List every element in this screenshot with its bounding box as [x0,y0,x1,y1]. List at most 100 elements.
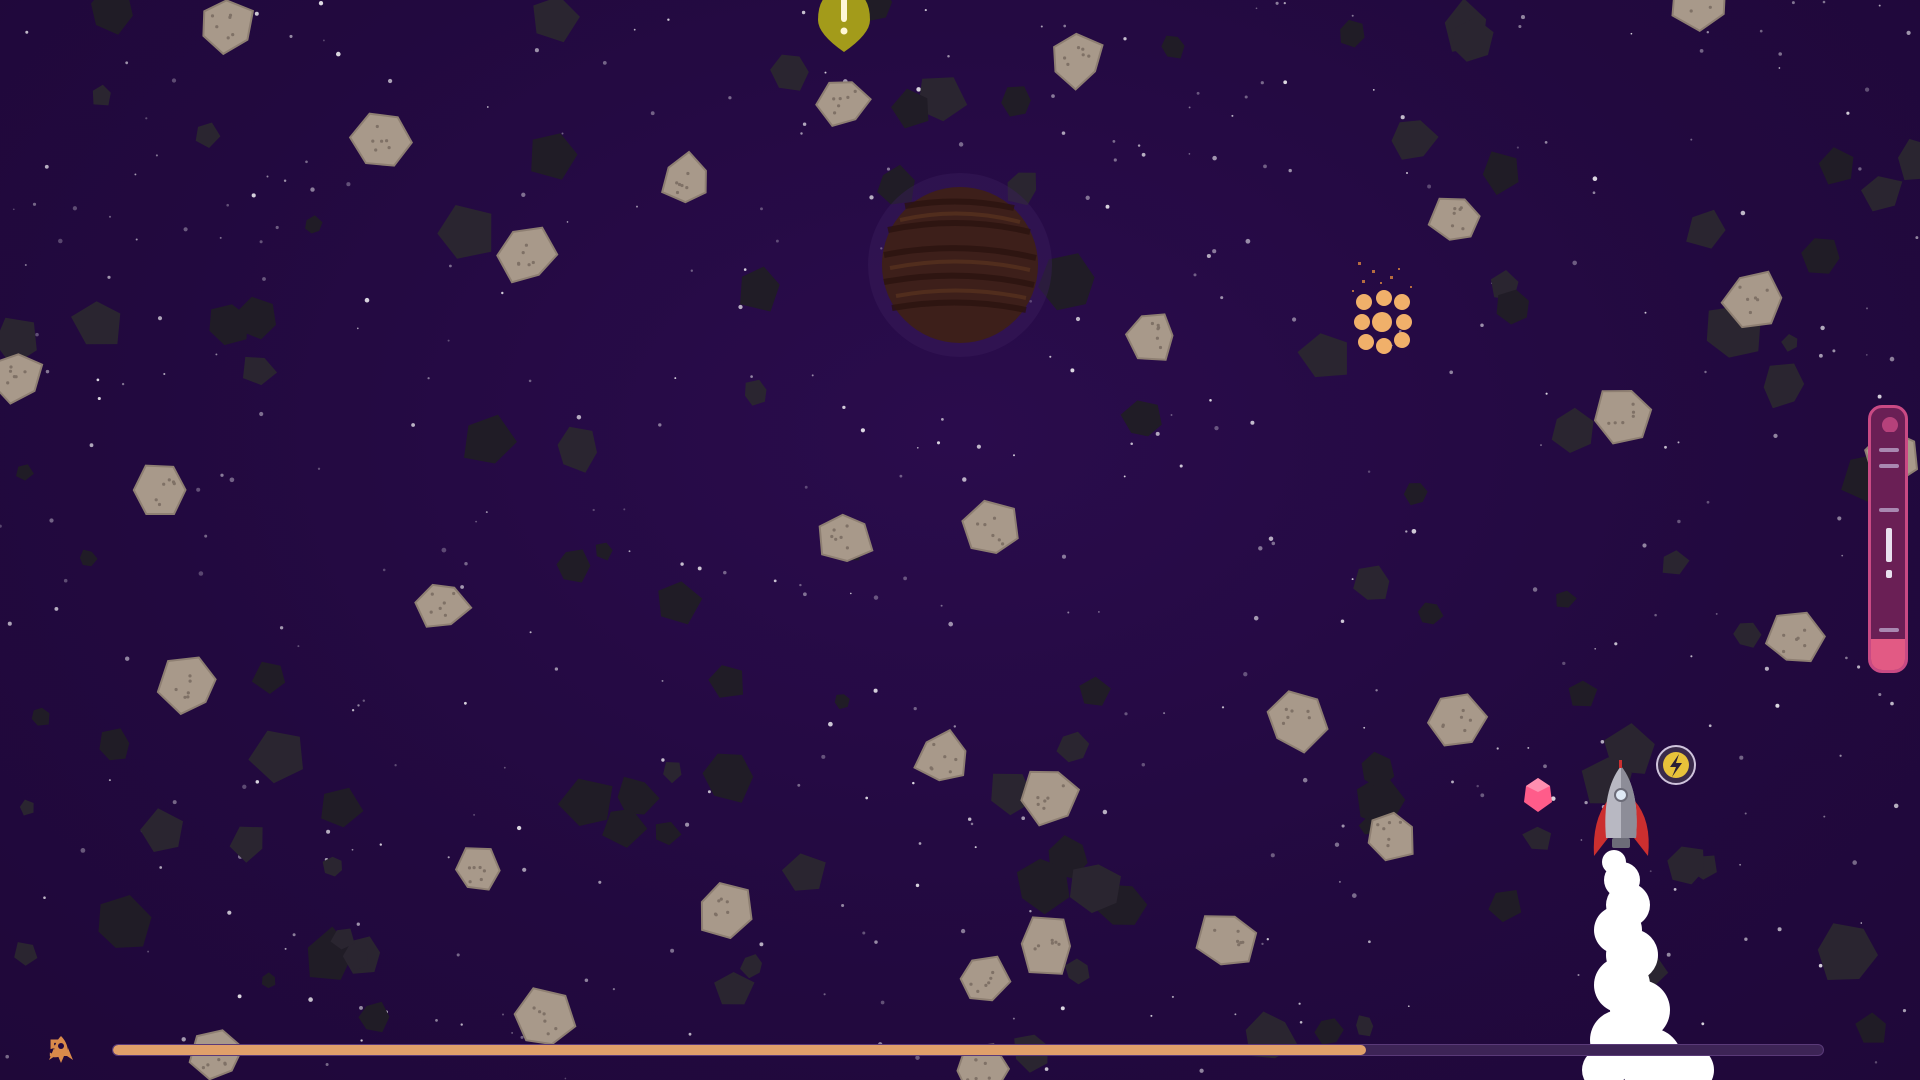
star [947,54,950,58]
asteroid-crater [546,1032,550,1036]
star [670,948,675,953]
asteroid-crater [1239,941,1243,945]
asteroid-crater [517,261,521,265]
asteroid-crater [206,1063,210,1067]
star [1124,712,1128,716]
star [1654,613,1657,617]
star [576,414,582,420]
star [976,444,981,449]
asteroid-crater [1066,62,1070,66]
star [5,1054,9,1059]
asteroid-crater [932,742,936,747]
dark-asteroid [464,414,517,464]
star [473,813,476,816]
asteroid-crater [1452,211,1456,215]
asteroid-crater [954,757,958,762]
asteroid-crater [1081,47,1085,51]
star [1407,1005,1410,1008]
star [54,606,59,611]
star [1739,755,1744,760]
star [1123,475,1126,478]
star [1188,106,1191,109]
star [204,534,208,538]
star [628,550,631,553]
light-asteroid [1764,611,1826,663]
asteroid-crater [532,1006,536,1010]
star [1368,940,1371,944]
star [1778,67,1781,69]
asteroid-crater [438,606,442,611]
star [35,332,39,337]
asteroid-crater [215,25,219,29]
star [1130,442,1133,445]
star [1480,323,1484,327]
dark-asteroid [1662,550,1690,575]
star [1839,754,1842,757]
star [1405,530,1408,533]
asteroid-crater [1061,784,1065,788]
light-asteroid [913,728,967,782]
star [220,473,224,477]
asteroid-crater [217,1058,221,1062]
star [903,576,907,581]
star [1051,94,1055,98]
star [1021,816,1026,821]
asteroid-crater [554,1027,558,1031]
light-asteroid [818,513,874,563]
star [1532,587,1538,592]
star [255,780,260,784]
star [880,1000,885,1005]
asteroid-crater [1689,9,1693,13]
asteroid-crater [1042,806,1046,810]
star [1105,204,1110,209]
star [1302,777,1308,783]
space-field [0,0,1920,1080]
light-asteroid [1020,770,1081,827]
gauge-cap-icon [1882,417,1898,432]
star [521,192,526,197]
star [1351,893,1357,898]
star [181,1037,186,1042]
asteroid-crater [1631,414,1635,418]
star [1405,171,1409,175]
star [804,485,808,489]
light-asteroid [348,112,413,167]
star [1292,317,1297,322]
asteroid-crater [6,381,10,385]
asteroid-crater [1307,716,1311,720]
star [862,931,866,935]
star [801,10,806,15]
star [511,1032,513,1034]
asteroid-crater [188,674,192,678]
star [411,423,415,427]
asteroid-crater [1708,5,1712,9]
star [1791,1,1795,5]
star [650,111,655,116]
star [357,704,360,707]
asteroid-crater [930,767,934,771]
asteroid-crater [717,899,721,903]
star [873,688,878,693]
asteroid-crater [1631,402,1635,406]
star [134,173,137,176]
star [310,187,315,192]
asteroid-crater [210,14,215,18]
asteroid-crater [186,695,190,699]
star [728,96,732,100]
star [874,940,878,944]
star [1375,689,1378,692]
asteroid-crater [846,95,850,99]
star [289,34,293,38]
asteroid-crater [1087,54,1091,58]
asteroid-crater [1441,723,1445,727]
star [520,1035,524,1039]
star [1893,803,1899,809]
star [1865,354,1868,356]
asteroid-crater [991,533,995,538]
game-canvas[interactable] [0,0,1920,1080]
asteroid-crater [992,516,997,520]
star [1220,296,1224,300]
dark-asteroid [1482,151,1519,196]
star [1744,812,1747,815]
star [336,51,341,57]
